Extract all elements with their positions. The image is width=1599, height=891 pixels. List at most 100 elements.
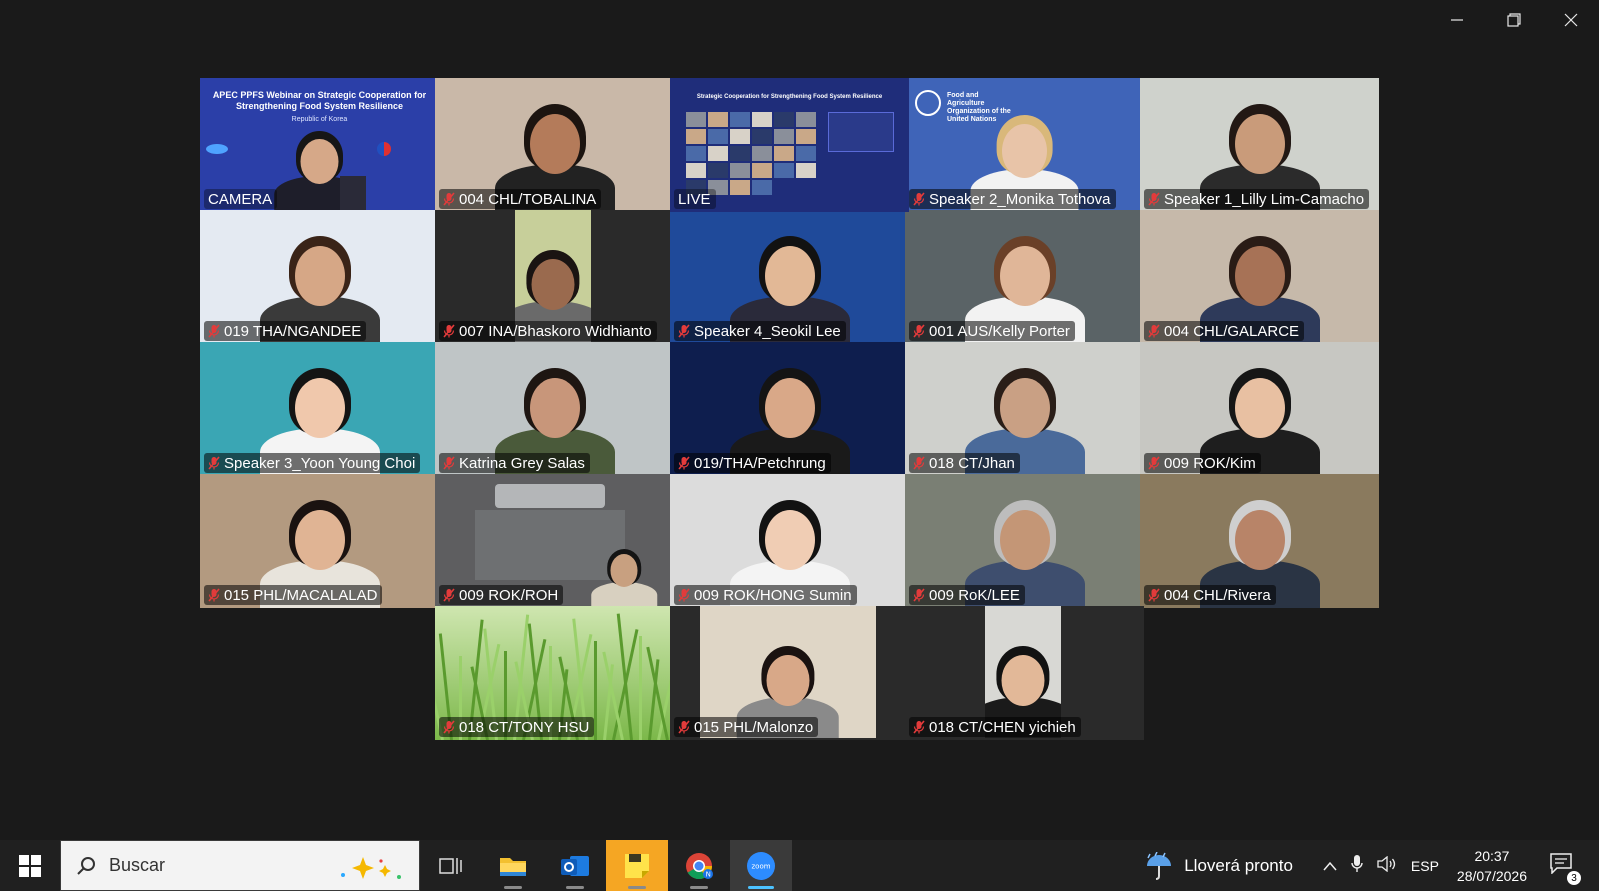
participant-tile[interactable]: 007 INA/Bhaskoro Widhianto xyxy=(435,210,674,344)
participant-name: CAMERA xyxy=(208,190,273,208)
chrome-icon: N xyxy=(686,852,713,879)
participant-name-tag: 004 CHL/TOBALINA xyxy=(439,189,602,209)
participant-name-tag: Katrina Grey Salas xyxy=(439,453,590,473)
participant-name-tag: 007 INA/Bhaskoro Widhianto xyxy=(439,321,657,341)
task-view-icon xyxy=(439,857,462,874)
participant-tile[interactable]: 018 CT/CHEN yichieh xyxy=(905,606,1144,740)
participant-name: LIVE xyxy=(678,190,711,208)
participant-tile[interactable]: 001 AUS/Kelly Porter xyxy=(905,210,1144,344)
participant-name: 019 THA/NGANDEE xyxy=(224,322,362,340)
participant-tile[interactable]: 015 PHL/MACALALAD xyxy=(200,474,439,608)
microphone-muted-icon xyxy=(678,720,690,734)
participant-name-tag: 009 ROK/Kim xyxy=(1144,453,1261,473)
korea-ministry-logo xyxy=(377,142,391,156)
microphone-muted-icon xyxy=(443,588,455,602)
search-icon xyxy=(77,856,95,875)
microphone-muted-icon xyxy=(678,324,690,338)
participant-name: Speaker 1_Lilly Lim-Camacho xyxy=(1164,190,1365,208)
microphone-muted-icon xyxy=(913,588,925,602)
microphone-muted-icon xyxy=(443,192,455,206)
clock-date: 28/07/2026 xyxy=(1456,867,1527,884)
microphone-muted-icon xyxy=(913,324,925,338)
microphone-muted-icon xyxy=(1148,192,1160,206)
slide-title: Strategic Cooperation for Strengthening … xyxy=(696,94,883,100)
microphone-muted-icon xyxy=(678,588,690,602)
notification-icon xyxy=(1550,853,1572,875)
participant-tile[interactable]: 009 RoK/LEE xyxy=(905,474,1144,608)
participant-tile[interactable]: 004 CHL/TOBALINA xyxy=(435,78,674,212)
participant-name-tag: 018 CT/TONY HSU xyxy=(439,717,595,737)
folder-icon xyxy=(500,857,526,876)
system-tray: Lloverá pronto ESP 20:37 28/07/2026 3 xyxy=(1144,840,1599,891)
participant-tile[interactable]: Speaker 1_Lilly Lim-Camacho xyxy=(1140,78,1379,212)
participant-name: 018 CT/Jhan xyxy=(929,454,1015,472)
participant-tile[interactable]: 004 CHL/GALARCE xyxy=(1140,210,1379,344)
participant-name-tag: 004 CHL/GALARCE xyxy=(1144,321,1305,341)
taskbar-sticky-notes[interactable] xyxy=(606,840,668,891)
minimize-icon xyxy=(1450,19,1463,21)
windows-taskbar: Buscar N zoom Lloverá pronto ESP 20:37 2… xyxy=(0,840,1599,891)
microphone-muted-icon xyxy=(678,456,690,470)
participant-tile[interactable]: 009 ROK/ROH xyxy=(435,474,674,608)
taskbar-chrome[interactable]: N xyxy=(668,840,730,891)
taskbar-task-view[interactable] xyxy=(420,840,482,891)
microphone-muted-icon xyxy=(443,456,455,470)
taskbar-zoom[interactable]: zoom xyxy=(730,840,792,891)
participant-name: 004 CHL/Rivera xyxy=(1164,586,1271,604)
app-running-indicator xyxy=(628,886,646,889)
app-running-indicator xyxy=(566,886,584,889)
weather-text: Lloverá pronto xyxy=(1184,855,1293,875)
show-hidden-icons-chevron-up-icon[interactable] xyxy=(1323,858,1337,874)
svg-text:N: N xyxy=(706,870,711,878)
microphone-icon[interactable] xyxy=(1351,855,1363,876)
participant-name-tag: Speaker 4_Seokil Lee xyxy=(674,321,846,341)
participant-video xyxy=(588,542,660,608)
participant-tile[interactable]: Katrina Grey Salas xyxy=(435,342,674,476)
participant-tile[interactable]: APEC PPFS Webinar on Strategic Cooperati… xyxy=(200,78,439,212)
participant-tile[interactable]: 018 CT/Jhan xyxy=(905,342,1144,476)
participant-tile[interactable]: 019/THA/Petchrung xyxy=(670,342,909,476)
start-button[interactable] xyxy=(0,840,60,891)
weather-widget[interactable]: Lloverá pronto xyxy=(1144,851,1293,880)
participant-tile[interactable]: Speaker 3_Yoon Young Choi xyxy=(200,342,439,476)
participant-name: Speaker 3_Yoon Young Choi xyxy=(224,454,416,472)
participant-name-tag: 009 RoK/LEE xyxy=(909,585,1025,605)
participant-name-tag: LIVE xyxy=(674,189,716,209)
participant-tile[interactable]: 019 THA/NGANDEE xyxy=(200,210,439,344)
microphone-muted-icon xyxy=(443,324,455,338)
participant-tile[interactable]: Strategic Cooperation for Strengthening … xyxy=(670,78,909,212)
participant-tile[interactable]: 015 PHL/Malonzo xyxy=(670,606,909,740)
participant-tile[interactable]: 004 CHL/Rivera xyxy=(1140,474,1379,608)
participant-name-tag: 018 CT/Jhan xyxy=(909,453,1020,473)
participant-name: 018 CT/CHEN yichieh xyxy=(929,718,1076,736)
tray-icons: ESP xyxy=(1323,855,1439,876)
participant-tile[interactable]: Speaker 4_Seokil Lee xyxy=(670,210,909,344)
participant-name-tag: CAMERA xyxy=(204,189,278,209)
taskbar-clock[interactable]: 20:37 28/07/2026 xyxy=(1457,846,1527,886)
participant-tile[interactable]: Food and Agriculture Organization of the… xyxy=(905,78,1144,212)
taskbar-file-explorer[interactable] xyxy=(482,840,544,891)
participant-name: Katrina Grey Salas xyxy=(459,454,585,472)
taskbar-outlook[interactable] xyxy=(544,840,606,891)
close-button[interactable] xyxy=(1542,0,1599,40)
speaker-volume-icon[interactable] xyxy=(1377,855,1397,875)
taskbar-search-box[interactable]: Buscar xyxy=(60,840,420,891)
zoom-icon: zoom xyxy=(747,851,775,880)
microphone-muted-icon xyxy=(1148,456,1160,470)
restore-button[interactable] xyxy=(1485,0,1542,40)
notification-center-button[interactable]: 3 xyxy=(1549,852,1583,885)
participant-name: 009 RoK/LEE xyxy=(929,586,1020,604)
participant-tile[interactable]: 018 CT/TONY HSU xyxy=(435,606,674,740)
minimize-button[interactable] xyxy=(1428,0,1485,40)
participant-tile[interactable]: 009 ROK/HONG Sumin xyxy=(670,474,909,608)
participant-name-tag: 004 CHL/Rivera xyxy=(1144,585,1276,605)
ceiling-light xyxy=(495,484,605,508)
input-language[interactable]: ESP xyxy=(1411,858,1439,874)
microphone-muted-icon xyxy=(208,324,220,338)
microphone-muted-icon xyxy=(1148,324,1160,338)
fao-logo-icon xyxy=(915,90,941,116)
participant-tile[interactable]: 009 ROK/Kim xyxy=(1140,342,1379,476)
participant-name-tag: 009 ROK/ROH xyxy=(439,585,564,605)
microphone-muted-icon xyxy=(913,456,925,470)
notification-count-badge: 3 xyxy=(1567,871,1581,885)
